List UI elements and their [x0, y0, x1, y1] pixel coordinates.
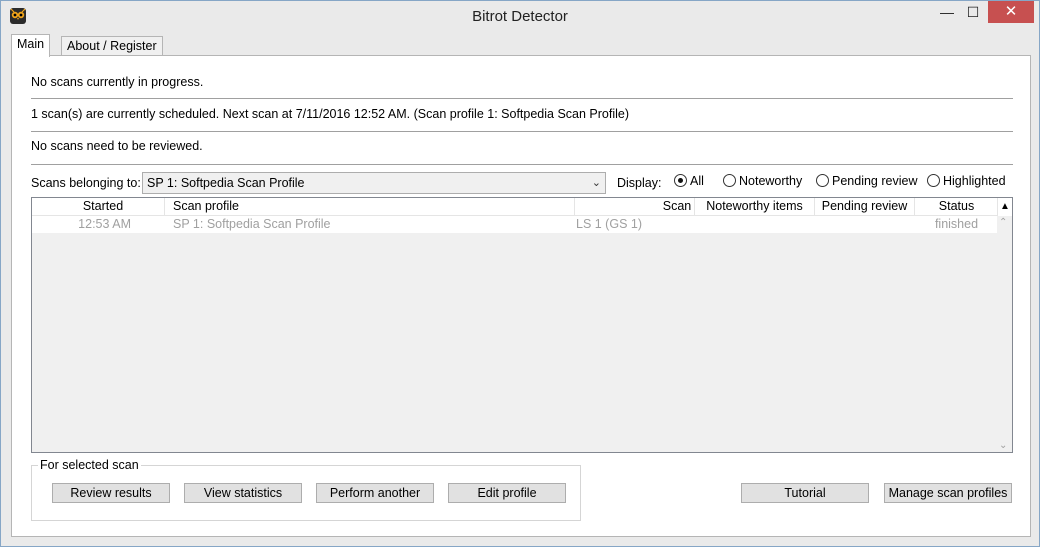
column-status[interactable]: Status: [915, 198, 998, 216]
radio-dot-icon: [927, 174, 940, 187]
radio-highlighted[interactable]: Highlighted: [927, 174, 1006, 190]
radio-noteworthy-label: Noteworthy: [739, 174, 803, 188]
radio-dot-icon: [816, 174, 829, 187]
divider: [31, 98, 1013, 99]
column-scan-profile[interactable]: Scan profile: [165, 198, 575, 216]
cell-pending-review: [815, 216, 915, 233]
divider: [31, 131, 1013, 132]
selected-scan-group: For selected scan Review results View st…: [31, 458, 581, 521]
vertical-scrollbar[interactable]: ▲ ⌃ ⌄: [997, 198, 1012, 452]
scans-belonging-label: Scans belonging to:: [31, 176, 141, 190]
selected-scan-group-label: For selected scan: [38, 458, 141, 472]
cell-scan: LS 1 (GS 1): [576, 217, 642, 231]
tutorial-button[interactable]: Tutorial: [741, 483, 869, 503]
cell-status: finished: [934, 217, 979, 231]
minimize-button[interactable]: —: [934, 1, 960, 23]
manage-scan-profiles-button[interactable]: Manage scan profiles: [884, 483, 1012, 503]
radio-pending-review[interactable]: Pending review: [816, 174, 917, 190]
app-window: Bitrot Detector — ☐ ✕ Main About / Regis…: [0, 0, 1040, 547]
cell-noteworthy-items: [695, 216, 815, 233]
radio-all-label: All: [690, 174, 704, 188]
radio-noteworthy[interactable]: Noteworthy: [723, 174, 802, 190]
scroll-down-icon[interactable]: ⌄: [999, 440, 1007, 451]
column-started[interactable]: Started: [32, 198, 165, 216]
view-statistics-button[interactable]: View statistics: [184, 483, 302, 503]
window-title: Bitrot Detector: [472, 8, 568, 25]
scans-list[interactable]: Started Scan profile Scan Noteworthy ite…: [31, 197, 1013, 453]
list-header: Started Scan profile Scan Noteworthy ite…: [32, 198, 998, 216]
column-noteworthy-items[interactable]: Noteworthy items: [695, 198, 815, 216]
table-row[interactable]: 12:53 AM SP 1: Softpedia Scan Profile LS…: [32, 216, 998, 233]
title-bar[interactable]: Bitrot Detector — ☐ ✕: [1, 1, 1039, 31]
in-progress-status: No scans currently in progress.: [31, 75, 204, 89]
scheduled-status: 1 scan(s) are currently scheduled. Next …: [31, 107, 630, 121]
scan-profile-select-value: SP 1: Softpedia Scan Profile: [147, 176, 305, 190]
review-results-button[interactable]: Review results: [52, 483, 170, 503]
cell-started: 12:53 AM: [78, 217, 131, 231]
tab-main[interactable]: Main: [11, 34, 51, 57]
perform-another-button[interactable]: Perform another: [316, 483, 434, 503]
maximize-button[interactable]: ☐: [960, 1, 986, 23]
edit-profile-button[interactable]: Edit profile: [448, 483, 566, 503]
sort-icon[interactable]: ▲: [997, 198, 1012, 216]
tab-about-register[interactable]: About / Register: [61, 36, 163, 57]
review-status: No scans need to be reviewed.: [31, 139, 203, 153]
chevron-down-icon: ⌄: [591, 177, 601, 189]
radio-all[interactable]: All: [674, 174, 704, 190]
scan-profile-select[interactable]: SP 1: Softpedia Scan Profile ⌄: [142, 172, 606, 194]
display-label: Display:: [617, 176, 662, 190]
column-pending-review[interactable]: Pending review: [815, 198, 915, 216]
radio-dot-icon: [723, 174, 736, 187]
main-panel: No scans currently in progress. 1 scan(s…: [11, 55, 1031, 537]
cell-scan-profile: SP 1: Softpedia Scan Profile: [173, 217, 331, 231]
close-button[interactable]: ✕: [988, 1, 1034, 23]
divider: [31, 164, 1013, 165]
radio-dot-icon: [674, 174, 687, 187]
radio-pending-review-label: Pending review: [832, 174, 918, 188]
scroll-up-icon[interactable]: ⌃: [999, 217, 1007, 228]
radio-highlighted-label: Highlighted: [943, 174, 1006, 188]
column-scan[interactable]: Scan: [575, 198, 695, 216]
